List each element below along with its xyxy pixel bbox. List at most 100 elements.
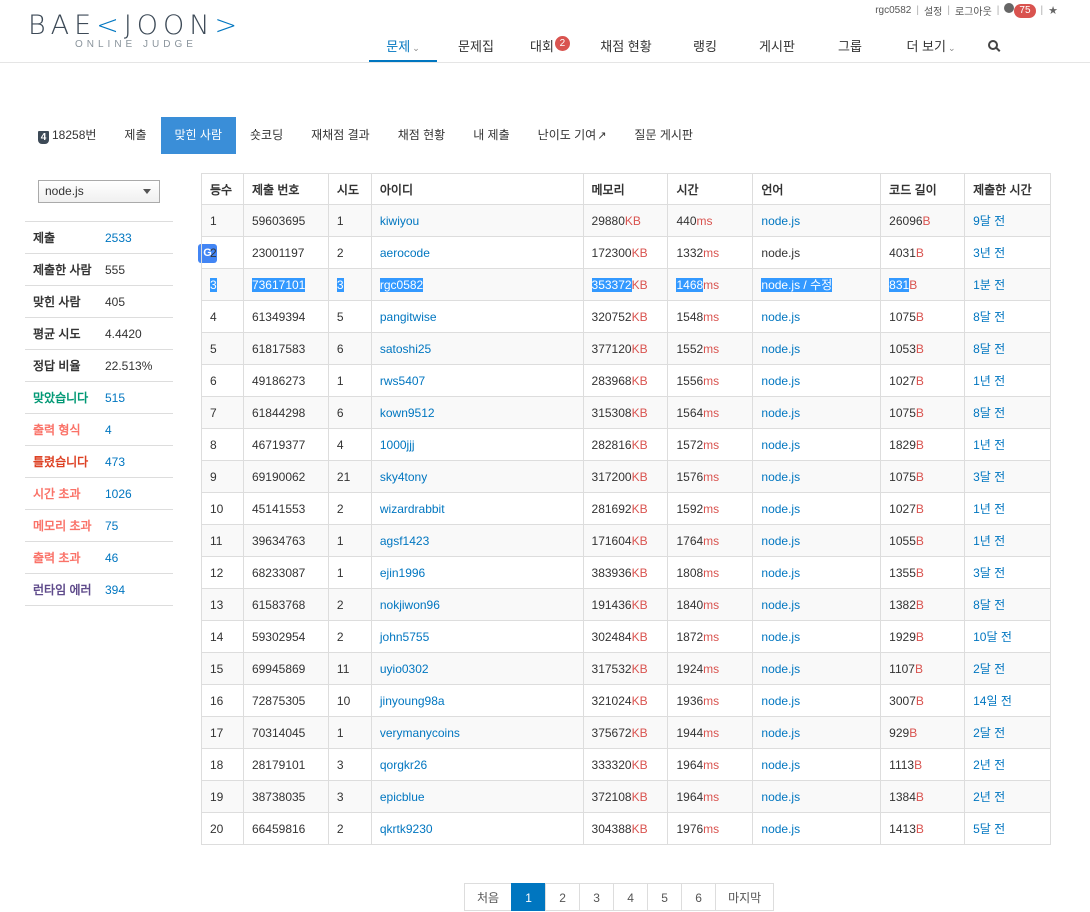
- settings-link[interactable]: 설정: [924, 3, 942, 18]
- submitted-time-link[interactable]: 14일 전: [973, 694, 1012, 708]
- submitted-time-link[interactable]: 1분 전: [973, 278, 1005, 292]
- user-link[interactable]: nokjiwon96: [380, 598, 440, 612]
- language-link[interactable]: node.js: [761, 598, 800, 612]
- stat-value[interactable]: 473: [105, 455, 125, 469]
- user-link[interactable]: kiwiyou: [380, 214, 419, 228]
- page-5[interactable]: 5: [647, 883, 683, 911]
- submitted-time-link[interactable]: 2달 전: [973, 662, 1005, 676]
- page-2[interactable]: 2: [545, 883, 581, 911]
- language-link[interactable]: node.js: [761, 310, 800, 324]
- nav-groups[interactable]: 그룹: [811, 28, 889, 62]
- language-link[interactable]: node.js: [761, 566, 800, 580]
- submitted-time-link[interactable]: 1년 전: [973, 438, 1005, 452]
- user-link[interactable]: rgc0582: [379, 277, 424, 292]
- user-link[interactable]: john5755: [380, 630, 429, 644]
- user-link[interactable]: rws5407: [380, 374, 425, 388]
- nav-ranking[interactable]: 랭킹: [667, 28, 743, 62]
- col-memory[interactable]: 메모리: [582, 173, 669, 205]
- stat-value[interactable]: 4: [105, 423, 112, 437]
- user-link[interactable]: pangitwise: [380, 310, 437, 324]
- user-link[interactable]: kown9512: [380, 406, 435, 420]
- nav-problems[interactable]: 문제 ⌄: [369, 28, 437, 62]
- language-link[interactable]: node.js: [761, 406, 800, 420]
- tab-status[interactable]: 채점 현황: [384, 117, 460, 154]
- stat-value[interactable]: 1026: [105, 487, 132, 501]
- col-user[interactable]: 아이디: [370, 173, 584, 205]
- star-icon[interactable]: ★: [1048, 4, 1058, 17]
- language-link[interactable]: node.js: [761, 214, 800, 228]
- language-link[interactable]: node.js: [761, 470, 800, 484]
- nav-workbooks[interactable]: 문제집: [437, 28, 515, 62]
- submitted-time-link[interactable]: 8달 전: [973, 310, 1005, 324]
- col-language[interactable]: 언어: [752, 173, 882, 205]
- submitted-time-link[interactable]: 2년 전: [973, 790, 1005, 804]
- page-6[interactable]: 6: [681, 883, 717, 911]
- stat-value[interactable]: 75: [105, 519, 118, 533]
- submitted-time-link[interactable]: 3달 전: [973, 470, 1005, 484]
- submitted-time-link[interactable]: 8달 전: [973, 598, 1005, 612]
- tab-submit[interactable]: 제출: [110, 117, 160, 154]
- user-link[interactable]: wizardrabbit: [380, 502, 445, 516]
- page-first[interactable]: 처음: [464, 883, 513, 911]
- user-link[interactable]: 1000jjj: [380, 438, 415, 452]
- submitted-time-link[interactable]: 2년 전: [973, 758, 1005, 772]
- tab-short-coding[interactable]: 숏코딩: [236, 117, 297, 154]
- stat-value[interactable]: 515: [105, 391, 125, 405]
- language-link[interactable]: node.js: [761, 694, 800, 708]
- submitted-time-link[interactable]: 9달 전: [973, 214, 1005, 228]
- submitted-time-link[interactable]: 10달 전: [973, 630, 1012, 644]
- tab-difficulty[interactable]: 난이도 기여↗: [524, 117, 621, 154]
- tab-my-submissions[interactable]: 내 제출: [459, 117, 523, 154]
- language-link[interactable]: node.js: [761, 630, 800, 644]
- language-link[interactable]: node.js: [761, 758, 800, 772]
- page-1[interactable]: 1: [511, 883, 547, 911]
- page-last[interactable]: 마지막: [715, 883, 775, 911]
- submitted-time-link[interactable]: 5달 전: [973, 822, 1005, 836]
- language-link[interactable]: node.js: [761, 374, 800, 388]
- col-code-length[interactable]: 코드 길이: [880, 173, 966, 205]
- language-link[interactable]: node.js: [761, 502, 800, 516]
- submitted-time-link[interactable]: 1년 전: [973, 534, 1005, 548]
- username-link[interactable]: rgc0582: [875, 5, 911, 16]
- language-link[interactable]: node.js / 수정: [761, 278, 833, 292]
- nav-contests[interactable]: 대회 2: [515, 28, 585, 62]
- tab-questions[interactable]: 질문 게시판: [620, 117, 707, 154]
- tab-problem[interactable]: 4 18258번: [28, 117, 110, 154]
- col-rank[interactable]: 등수: [201, 173, 244, 205]
- page-4[interactable]: 4: [613, 883, 649, 911]
- submitted-time-link[interactable]: 1년 전: [973, 374, 1005, 388]
- user-link[interactable]: jinyoung98a: [380, 694, 445, 708]
- language-link[interactable]: node.js: [761, 662, 800, 676]
- stat-value[interactable]: 46: [105, 551, 118, 565]
- col-time[interactable]: 시간: [667, 173, 754, 205]
- submitted-time-link[interactable]: 1년 전: [973, 502, 1005, 516]
- nav-search[interactable]: [973, 28, 1013, 62]
- user-link[interactable]: qkrtk9230: [380, 822, 433, 836]
- tab-rejudge[interactable]: 재채점 결과: [297, 117, 384, 154]
- logo[interactable]: BAE<JOON> ONLINE JUDGE: [28, 12, 242, 51]
- col-tries[interactable]: 시도: [327, 173, 372, 205]
- language-link[interactable]: node.js: [761, 438, 800, 452]
- submitted-time-link[interactable]: 8달 전: [973, 342, 1005, 356]
- nav-status[interactable]: 채점 현황: [585, 28, 667, 62]
- language-link[interactable]: node.js: [761, 790, 800, 804]
- user-link[interactable]: agsf1423: [380, 534, 429, 548]
- user-link[interactable]: epicblue: [380, 790, 425, 804]
- notification-button[interactable]: 75: [1004, 3, 1036, 18]
- user-link[interactable]: ejin1996: [380, 566, 425, 580]
- submitted-time-link[interactable]: 3년 전: [973, 246, 1005, 260]
- stat-value[interactable]: 2533: [105, 231, 132, 245]
- user-link[interactable]: aerocode: [380, 246, 430, 260]
- col-submission[interactable]: 제출 번호: [242, 173, 329, 205]
- user-link[interactable]: satoshi25: [380, 342, 431, 356]
- nav-more[interactable]: 더 보기 ⌄: [889, 28, 973, 62]
- language-link[interactable]: node.js: [761, 726, 800, 740]
- logout-link[interactable]: 로그아웃: [955, 3, 992, 18]
- col-submitted[interactable]: 제출한 시간: [964, 173, 1051, 205]
- tab-solvers[interactable]: 맞힌 사람: [160, 117, 237, 154]
- language-select[interactable]: node.js: [38, 180, 160, 203]
- language-link[interactable]: node.js: [761, 534, 800, 548]
- language-link[interactable]: node.js: [761, 822, 800, 836]
- language-link[interactable]: node.js: [761, 342, 800, 356]
- page-3[interactable]: 3: [579, 883, 615, 911]
